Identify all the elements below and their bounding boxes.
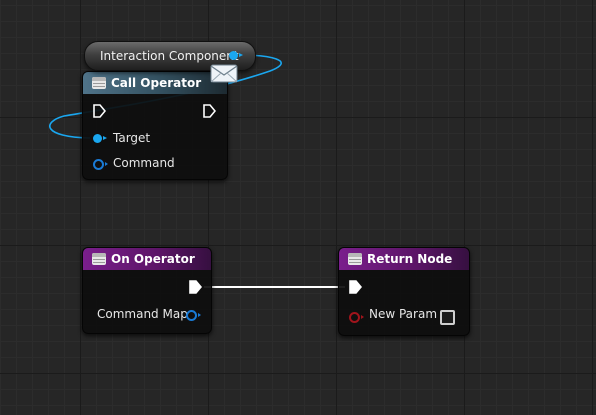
- exec-output-pin-icon[interactable]: [202, 104, 216, 118]
- exec-input-pin-icon[interactable]: [348, 280, 362, 294]
- return-node-title: Return Node: [367, 252, 453, 266]
- return-node-header[interactable]: Return Node: [339, 248, 469, 270]
- exec-input-pin-icon[interactable]: [92, 104, 106, 118]
- function-icon: [92, 253, 106, 265]
- on-operator-title: On Operator: [111, 252, 195, 266]
- call-operator-node[interactable]: Call Operator Target Command: [82, 71, 228, 180]
- envelope-icon: [210, 64, 238, 83]
- target-pin-label: Target: [113, 131, 151, 145]
- command-map-pin-icon[interactable]: [186, 310, 201, 321]
- target-pin-icon[interactable]: [93, 134, 107, 143]
- on-operator-node[interactable]: On Operator Command Map: [82, 247, 212, 334]
- interaction-component-output-pin[interactable]: [229, 51, 243, 60]
- return-node[interactable]: Return Node New Param: [338, 247, 470, 336]
- new-param-pin-label: New Param: [369, 307, 438, 321]
- command-pin-label: Command: [113, 156, 175, 170]
- command-map-pin-label: Command Map: [97, 307, 188, 321]
- function-icon: [348, 253, 362, 265]
- function-icon: [92, 77, 106, 89]
- on-operator-header[interactable]: On Operator: [83, 248, 211, 270]
- new-param-checkbox[interactable]: [440, 310, 455, 325]
- exec-output-pin-icon[interactable]: [188, 280, 202, 294]
- new-param-pin-icon[interactable]: [349, 312, 364, 323]
- call-operator-title: Call Operator: [111, 76, 202, 90]
- command-pin-icon[interactable]: [93, 159, 108, 170]
- call-operator-header[interactable]: Call Operator: [83, 72, 227, 94]
